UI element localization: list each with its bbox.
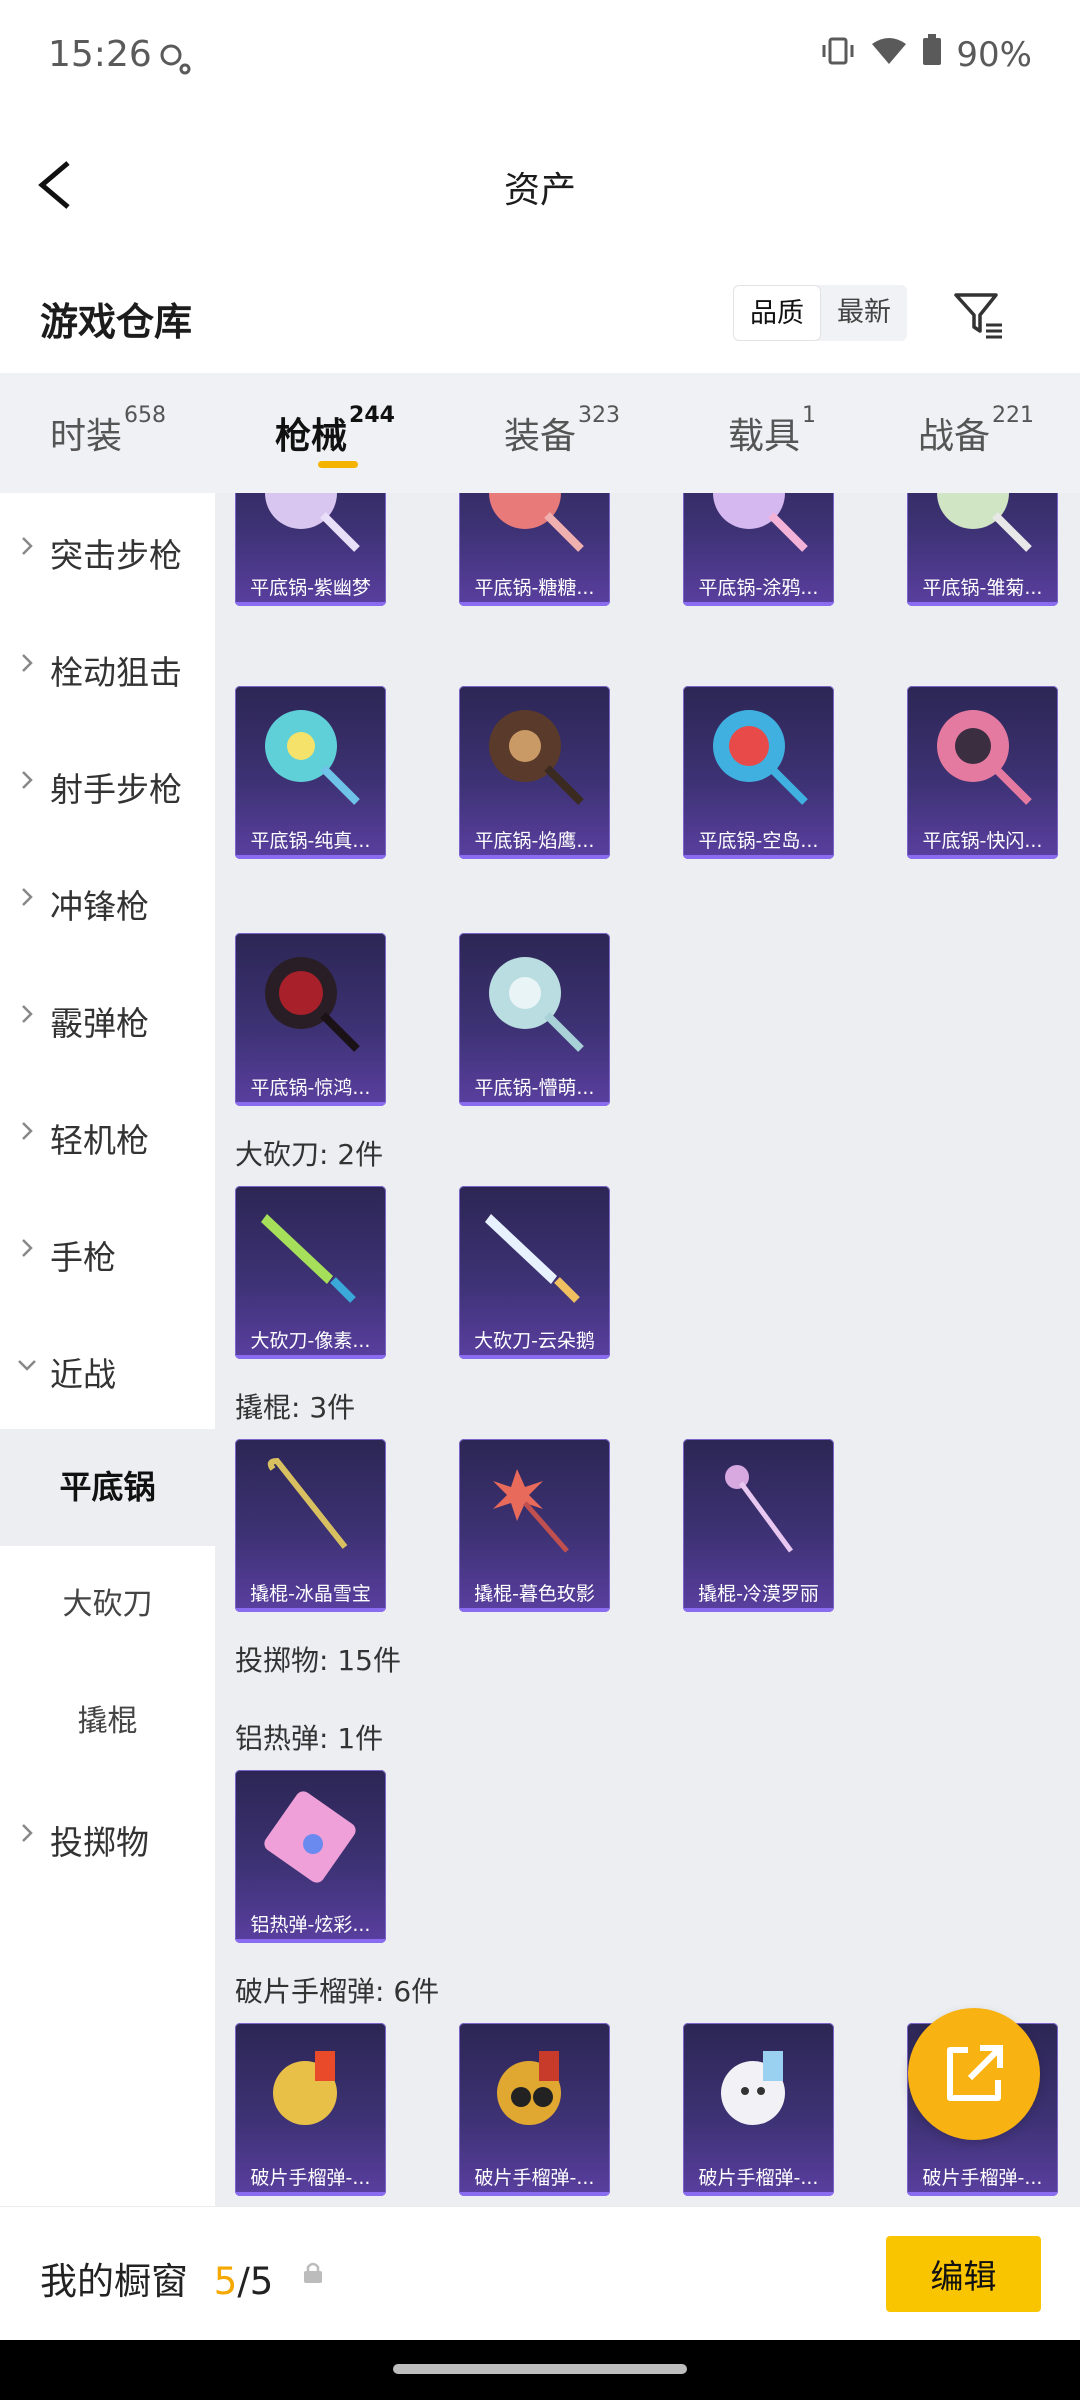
sidebar-subitem-pan[interactable]: 平底锅 xyxy=(0,1429,215,1546)
sidebar-item-smg[interactable]: 冲锋枪 xyxy=(0,844,215,961)
chevron-right-icon xyxy=(22,1824,33,1842)
warehouse-title: 游戏仓库 xyxy=(40,300,193,344)
item-card[interactable]: 平底锅-涂鸦... xyxy=(683,493,834,606)
tab-fashion[interactable]: 时装658 xyxy=(50,403,166,459)
machete-icon xyxy=(261,1214,356,1303)
battery-icon xyxy=(922,34,942,75)
item-card[interactable]: 撬棍-冷漠罗丽 xyxy=(683,1439,834,1612)
item-card[interactable]: 大砍刀-云朵鹅 xyxy=(459,1186,610,1359)
active-tab-indicator xyxy=(318,461,358,468)
group-title-thermite: 铝热弹: 1件 xyxy=(235,1722,384,1755)
chevron-right-icon xyxy=(22,1005,33,1023)
tab-firearms[interactable]: 枪械244 xyxy=(275,403,395,459)
item-card[interactable]: 平底锅-纯真... xyxy=(235,686,386,859)
pan-icon xyxy=(265,957,360,1052)
chevron-right-icon xyxy=(22,654,33,672)
page-title: 资产 xyxy=(503,170,576,211)
machete-icon xyxy=(485,1214,580,1303)
sidebar-item-shotgun[interactable]: 霰弹枪 xyxy=(0,961,215,1078)
item-card[interactable]: 破片手榴弹-... xyxy=(459,2023,610,2196)
pan-icon xyxy=(489,957,584,1052)
tab-equipment[interactable]: 装备323 xyxy=(504,403,620,459)
sidebar-item-pistol[interactable]: 手枪 xyxy=(0,1195,215,1312)
item-card[interactable]: 平底锅-紫幽梦 xyxy=(235,493,386,606)
category-sidebar: 突击步枪 栓动狙击 射手步枪 冲锋枪 霰弹枪 轻机枪 手枪 近战 平底锅 大砍刀… xyxy=(0,493,215,2206)
item-card[interactable]: 铝热弹-炫彩... xyxy=(235,1770,386,1943)
sidebar-item-assault-rifle[interactable]: 突击步枪 xyxy=(0,493,215,610)
battery-percent: 90% xyxy=(956,34,1032,75)
sidebar-item-bolt-sniper[interactable]: 栓动狙击 xyxy=(0,610,215,727)
lock-icon xyxy=(304,2262,322,2283)
warehouse-header: 游戏仓库 品质 最新 xyxy=(0,255,1080,373)
frag-grenade-icon xyxy=(273,2051,337,2125)
share-fab-button[interactable] xyxy=(908,2008,1040,2140)
showcase-current-count: 5 xyxy=(213,2260,238,2303)
chevron-right-icon xyxy=(22,888,33,906)
pan-icon xyxy=(265,710,360,805)
crowbar-icon xyxy=(267,1457,348,1549)
item-card[interactable]: 撬棍-暮色玫影 xyxy=(459,1439,610,1612)
showcase-total-count: /5 xyxy=(237,2260,274,2303)
sort-toggle: 品质 最新 xyxy=(733,285,907,341)
sidebar-subitem-machete[interactable]: 大砍刀 xyxy=(0,1546,215,1663)
frag-grenade-icon xyxy=(497,2051,561,2125)
home-gesture-handle[interactable] xyxy=(393,2364,687,2374)
frag-grenade-icon xyxy=(721,2051,785,2125)
item-card[interactable]: 平底锅-快闪... xyxy=(907,686,1058,859)
group-title-throwables: 投掷物: 15件 xyxy=(235,1644,401,1677)
status-bar: 15:26 90% xyxy=(0,0,1080,115)
sort-latest-button[interactable]: 最新 xyxy=(821,285,907,341)
pan-icon xyxy=(489,710,584,805)
item-card[interactable]: 平底锅-懵萌... xyxy=(459,933,610,1106)
item-card[interactable]: 破片手榴弹-... xyxy=(235,2023,386,2196)
edit-button[interactable]: 编辑 xyxy=(886,2236,1041,2312)
chevron-down-icon xyxy=(18,1360,36,1371)
pan-icon xyxy=(937,710,1032,805)
crowbar-icon xyxy=(493,1469,569,1553)
item-card[interactable]: 大砍刀-像素... xyxy=(235,1186,386,1359)
pan-icon xyxy=(937,493,1032,552)
pan-icon xyxy=(713,710,808,805)
filter-icon[interactable] xyxy=(950,287,1006,343)
chevron-right-icon xyxy=(22,1122,33,1140)
wifi-icon xyxy=(870,35,908,75)
group-title-machete: 大砍刀: 2件 xyxy=(235,1138,384,1171)
external-link-icon xyxy=(947,2045,1003,2101)
showcase-label: 我的橱窗 5/5 xyxy=(40,2260,274,2303)
app-bar: 资产 xyxy=(0,115,1080,255)
group-title-frag: 破片手榴弹: 6件 xyxy=(235,1975,440,2008)
item-card[interactable]: 平底锅-糖糖... xyxy=(459,493,610,606)
pan-icon xyxy=(265,493,360,552)
sidebar-item-lmg[interactable]: 轻机枪 xyxy=(0,1078,215,1195)
system-nav-bar xyxy=(0,2340,1080,2400)
thermite-grenade-icon xyxy=(264,1791,356,1883)
sidebar-subitem-crowbar[interactable]: 撬棍 xyxy=(0,1663,215,1780)
sidebar-item-melee[interactable]: 近战 xyxy=(0,1312,215,1429)
vibrate-icon xyxy=(820,35,856,75)
tab-supplies[interactable]: 战备221 xyxy=(918,403,1034,459)
showcase-bar: 我的橱窗 5/5 编辑 xyxy=(0,2206,1080,2341)
item-card[interactable]: 撬棍-冰晶雪宝 xyxy=(235,1439,386,1612)
sort-quality-button[interactable]: 品质 xyxy=(733,285,821,341)
category-tabs: 时装658 枪械244 装备323 载具1 战备221 xyxy=(0,373,1080,493)
group-title-crowbar: 撬棍: 3件 xyxy=(235,1391,356,1424)
chevron-right-icon xyxy=(22,537,33,555)
status-time: 15:26 xyxy=(48,34,152,75)
item-card[interactable]: 平底锅-雏菊... xyxy=(907,493,1058,606)
sidebar-item-throwables[interactable]: 投掷物 xyxy=(0,1780,215,1897)
item-card[interactable]: 平底锅-焰鹰... xyxy=(459,686,610,859)
tab-vehicles[interactable]: 载具1 xyxy=(728,403,816,459)
status-icons: 90% xyxy=(820,34,1032,75)
pan-icon xyxy=(489,493,584,552)
pan-icon xyxy=(713,493,808,552)
item-card[interactable]: 平底锅-空岛... xyxy=(683,686,834,859)
item-card[interactable]: 平底锅-惊鸿... xyxy=(235,933,386,1106)
crowbar-icon xyxy=(725,1465,794,1553)
item-card[interactable]: 破片手榴弹-... xyxy=(683,2023,834,2196)
search-status-icon xyxy=(158,42,192,80)
item-grid: 平底锅-紫幽梦 平底锅-糖糖... 平底锅-涂鸦... 平底锅-雏菊... 平底… xyxy=(215,493,1080,2206)
chevron-right-icon xyxy=(22,1239,33,1257)
chevron-right-icon xyxy=(22,771,33,789)
sidebar-item-marksman-rifle[interactable]: 射手步枪 xyxy=(0,727,215,844)
